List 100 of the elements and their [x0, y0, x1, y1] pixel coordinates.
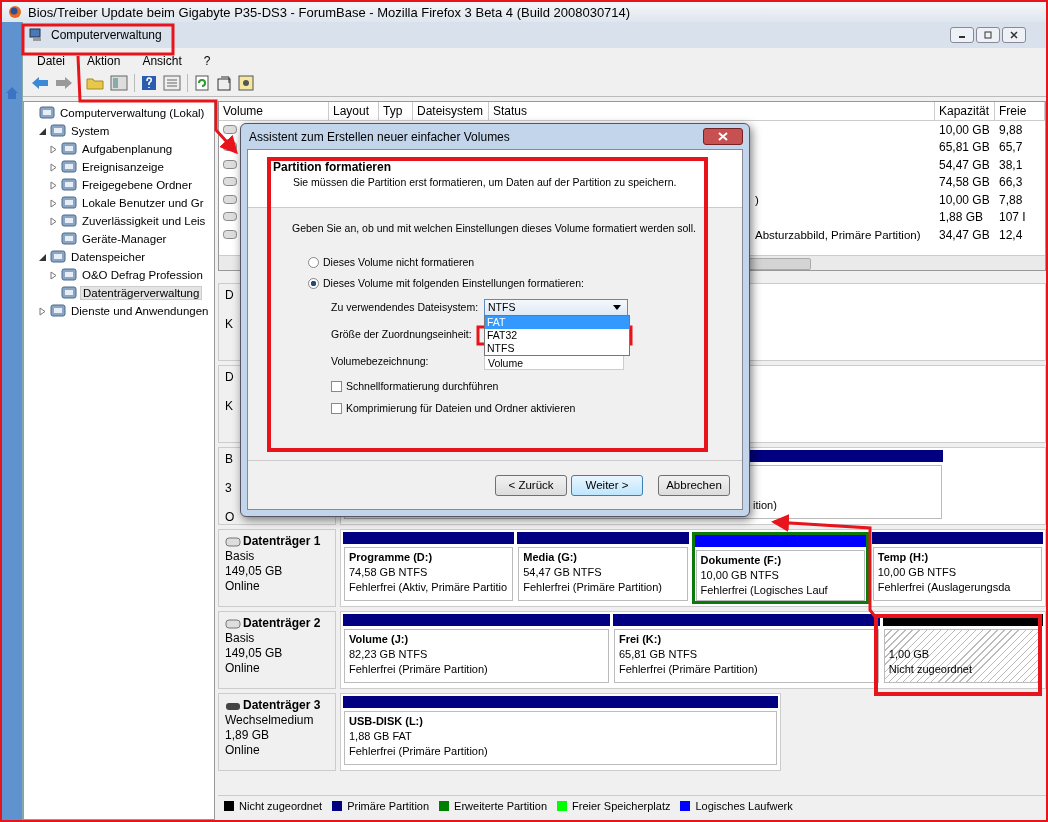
help-icon[interactable] [141, 75, 157, 91]
tree-item[interactable]: Lokale Benutzer und Gr [80, 197, 206, 209]
dialog-heading: Partition formatieren [273, 160, 393, 174]
menu-item[interactable]: Datei [37, 54, 65, 68]
radio-label: Dieses Volume nicht formatieren [323, 256, 475, 268]
disk-info: 149,05 GB [225, 564, 284, 579]
expand-arrow-icon[interactable] [38, 306, 47, 316]
partition-size: 1,88 GB FAT [349, 729, 413, 744]
node-icon [61, 195, 77, 211]
column-header[interactable]: Layout [329, 102, 379, 120]
field-label: Zu verwendendes Dateisystem: [331, 301, 480, 313]
node-icon [61, 141, 77, 157]
tree-item[interactable]: System [69, 125, 112, 137]
table-cell: Absturzabbild, Primäre Partition) [755, 228, 921, 241]
disk-info: Online [225, 743, 261, 758]
column-header[interactable]: Freie [995, 102, 1045, 120]
tree-item[interactable]: Dienste und Anwendungen [69, 305, 211, 317]
disk-info: Basis [225, 631, 256, 646]
menu-item[interactable]: Aktion [87, 54, 121, 68]
close-icon [1009, 30, 1019, 40]
node-icon [61, 159, 77, 175]
table-cell-text: 54,47 GB [938, 157, 991, 172]
tree-item[interactable]: Ereignisanzeige [80, 161, 166, 173]
disk-info: 3 [225, 481, 233, 496]
column-header[interactable]: Kapazität [935, 102, 995, 120]
dropdown-option[interactable]: NTFS [485, 342, 629, 355]
back-icon[interactable] [31, 75, 49, 91]
column-header[interactable]: Volume [219, 102, 329, 120]
table-cell-text: 9,88 [998, 122, 1024, 137]
partition-status: Fehlerfrei (Auslagerungsda [877, 580, 1012, 595]
menu-item[interactable]: ? [203, 54, 211, 68]
expand-arrow-icon[interactable] [49, 198, 58, 208]
tree-item[interactable]: Aufgabenplanung [80, 143, 175, 155]
disk-info: 1,89 GB [225, 728, 271, 743]
checkbox-label: Schnellformatierung durchführen [346, 380, 499, 392]
tree-item[interactable]: O&O Defrag Profession [80, 269, 205, 281]
list-icon[interactable] [163, 75, 181, 91]
menu-item[interactable]: Ansicht [142, 54, 182, 68]
tree-item[interactable]: Zuverlässigkeit und Leis [80, 215, 208, 227]
dialog-button[interactable]: Weiter > [571, 474, 643, 496]
tree-item[interactable]: Computerverwaltung (Lokal) [58, 107, 207, 119]
node-icon [39, 105, 55, 121]
legend-label: Nicht zugeordnet [239, 800, 323, 812]
node-icon [61, 177, 77, 193]
collapse-arrow-icon[interactable] [38, 126, 47, 136]
disk-info: D [225, 288, 235, 303]
tree-item[interactable]: Freigegebene Ordner [80, 179, 194, 191]
expand-arrow-icon[interactable] [49, 270, 58, 280]
partition-size: 10,00 GB NTFS [700, 568, 780, 583]
node-icon [61, 213, 77, 229]
tree-item[interactable]: Datenspeicher [69, 251, 148, 263]
partition-name: Frei (K:) [618, 632, 663, 647]
table-cell-text: 10,00 GB [938, 192, 991, 207]
expand-arrow-icon[interactable] [49, 180, 58, 190]
refresh-icon[interactable] [194, 75, 210, 91]
field-label: Volumebezeichnung: [331, 355, 430, 367]
close-button[interactable] [703, 128, 743, 145]
expand-arrow-icon[interactable] [49, 162, 58, 172]
globe-icon [8, 5, 22, 19]
forward-icon[interactable] [55, 75, 73, 91]
table-cell-text: 38,1 [998, 157, 1024, 172]
dialog-button[interactable]: < Zurück [495, 474, 567, 496]
checkbox[interactable] [331, 402, 342, 414]
legend-label: Logisches Laufwerk [695, 800, 793, 812]
browser-title: Bios/Treiber Update beim Gigabyte P35-DS3 - ForumBase - Mozilla Firefox 3 Beta 4 (Build 2008030714) [28, 4, 631, 20]
expand-arrow-icon[interactable] [49, 144, 58, 154]
radio-button[interactable] [308, 256, 319, 268]
column-header[interactable]: Typ [379, 102, 413, 120]
table-cell-text: 107 I [998, 210, 1027, 225]
table-cell-text: 65,81 GB [938, 140, 991, 155]
expand-arrow-icon[interactable] [49, 216, 58, 226]
disk-info: Online [225, 579, 261, 594]
column-header[interactable]: Dateisystem [413, 102, 489, 120]
legend-label: Freier Speicherplatz [572, 800, 671, 812]
field-label: Größe der Zuordnungseinheit: [331, 328, 473, 340]
drive-icon [223, 212, 237, 222]
partition-status: ition) [753, 498, 778, 513]
close-button[interactable] [1002, 27, 1026, 43]
drive-icon [223, 229, 237, 239]
partition-status: Fehlerfrei (Logisches Lauf [700, 583, 829, 598]
dialog-button[interactable]: Abbrechen [658, 474, 730, 496]
disk-info: K [225, 317, 234, 332]
radio-button[interactable] [308, 277, 319, 289]
tree-item[interactable]: Geräte-Manager [80, 233, 169, 245]
disk-info: Wechselmedium [225, 713, 315, 728]
checkbox[interactable] [331, 380, 342, 392]
partition-status: Fehlerfrei (Primäre Partition) [523, 580, 663, 595]
disk-info: B [225, 452, 234, 467]
close-icon [718, 132, 728, 141]
prompt-text: Geben Sie an, ob und mit welchen Einstellungen dieses Volume formatiert werden soll. [292, 222, 697, 234]
table-cell-text: 65,7 [998, 140, 1024, 155]
folder-icon[interactable] [86, 75, 104, 91]
dropdown-option[interactable]: FAT32 [485, 329, 629, 342]
collapse-arrow-icon[interactable] [38, 252, 47, 262]
filesystem-dropdown[interactable]: NTFS [484, 298, 628, 316]
column-header[interactable]: Status [489, 102, 935, 120]
minimize-button[interactable] [950, 27, 974, 43]
tree-item[interactable]: Datenträgerverwaltung [80, 286, 203, 300]
partition-block[interactable]: Dokumente (F:) 10,00 GB NTFS Fehlerfrei (Logisches Lauf [691, 532, 869, 604]
node-icon [61, 267, 77, 283]
